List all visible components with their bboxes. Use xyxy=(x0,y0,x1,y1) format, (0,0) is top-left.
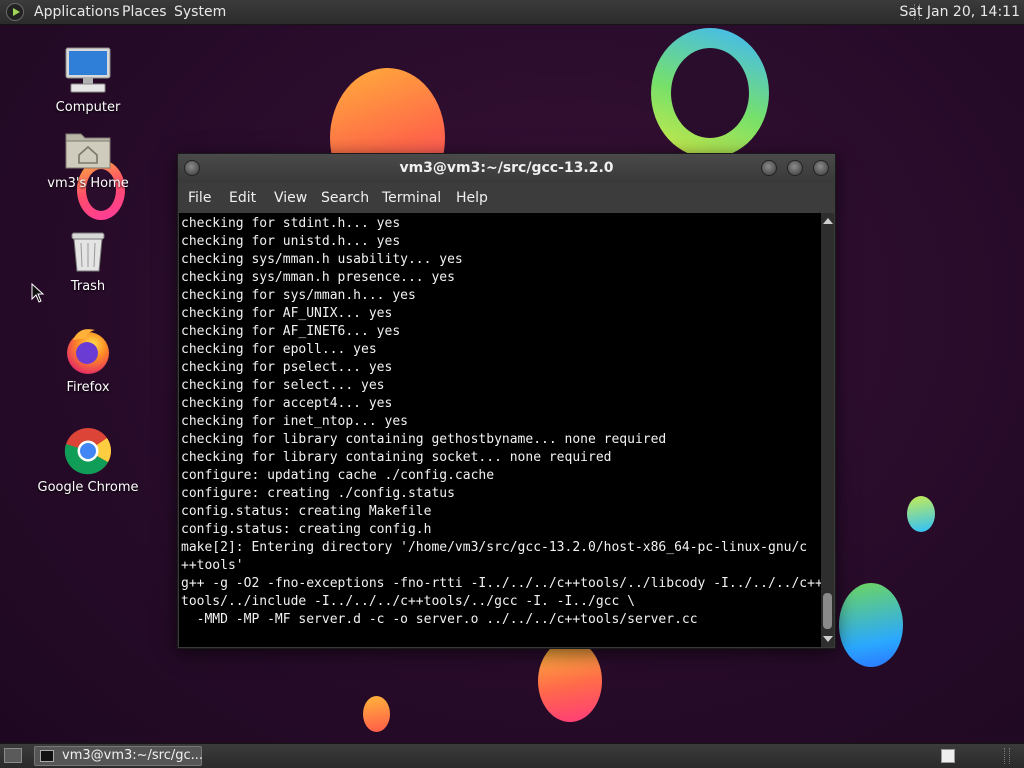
menu-file[interactable]: File xyxy=(188,190,211,206)
terminal-line: checking sys/mman.h presence... yes xyxy=(181,270,455,285)
terminal-line: ++tools' xyxy=(181,558,244,573)
wallpaper-blob xyxy=(538,640,602,722)
terminal-scrollbar[interactable] xyxy=(821,213,834,647)
wallpaper-ring xyxy=(651,28,769,158)
terminal-line: checking for accept4... yes xyxy=(181,396,393,411)
window-title: vm3@vm3:~/src/gcc-13.2.0 xyxy=(399,160,614,176)
terminal-line: checking for sys/mman.h... yes xyxy=(181,288,416,303)
terminal-icon xyxy=(40,750,54,762)
distro-logo-icon[interactable] xyxy=(6,3,24,21)
firefox-icon xyxy=(67,329,109,374)
desktop-icon-chrome[interactable]: Google Chrome xyxy=(28,426,148,495)
workspace-switcher[interactable] xyxy=(941,749,955,763)
desktop-icon-label: Trash xyxy=(70,279,106,294)
panel-separator xyxy=(1004,748,1010,764)
terminal-output-area[interactable]: checking for stdint.h... yes checking for… xyxy=(179,213,821,647)
menu-system[interactable]: System xyxy=(174,4,226,20)
menu-view[interactable]: View xyxy=(274,190,307,206)
terminal-line: g++ -g -O2 -fno-exceptions -fno-rtti -I.… xyxy=(181,576,821,591)
terminal-line: checking for unistd.h... yes xyxy=(181,234,401,249)
terminal-line: tools/../include -I../../../c++tools/../… xyxy=(181,594,635,609)
desktop-icon-firefox[interactable]: Firefox xyxy=(28,326,148,395)
menu-places[interactable]: Places xyxy=(122,4,167,20)
show-desktop-icon[interactable] xyxy=(4,748,22,763)
computer-icon xyxy=(65,47,111,93)
window-menu-button[interactable] xyxy=(184,160,200,176)
scrollbar-thumb[interactable] xyxy=(823,593,832,629)
desktop-icon-home[interactable]: vm3's Home xyxy=(28,128,148,191)
menu-search[interactable]: Search xyxy=(321,190,369,206)
desktop-icon-trash[interactable]: Trash xyxy=(28,229,148,294)
terminal-line: checking for AF_UNIX... yes xyxy=(181,306,393,321)
taskbar-item-terminal[interactable]: vm3@vm3:~/src/gc... xyxy=(34,746,204,766)
terminal-window[interactable]: vm3@vm3:~/src/gcc-13.2.0 File Edit View … xyxy=(177,153,836,649)
taskbar-item-label: vm3@vm3:~/src/gc... xyxy=(62,748,204,763)
desktop-icon-label: Google Chrome xyxy=(37,480,139,495)
wallpaper-blob xyxy=(363,696,390,732)
desktop-icon-computer[interactable]: Computer xyxy=(28,46,148,115)
terminal-menubar: File Edit View Search Terminal Help xyxy=(178,183,835,213)
menu-edit[interactable]: Edit xyxy=(229,190,256,206)
window-titlebar[interactable]: vm3@vm3:~/src/gcc-13.2.0 xyxy=(178,154,835,183)
menu-help[interactable]: Help xyxy=(456,190,488,206)
bottom-panel: vm3@vm3:~/src/gc... xyxy=(0,743,1024,768)
terminal-line: checking for stdint.h... yes xyxy=(181,216,401,231)
maximize-button[interactable] xyxy=(787,160,803,176)
desktop-icon-label: Computer xyxy=(55,100,121,115)
chrome-icon xyxy=(64,428,112,475)
top-panel: Applications Places System Sat Jan 20, 1… xyxy=(0,0,1024,25)
scroll-up-icon[interactable] xyxy=(823,218,833,224)
terminal-line: checking for select... yes xyxy=(181,378,385,393)
wallpaper-blob xyxy=(907,496,935,532)
terminal-line: -MMD -MP -MF server.d -c -o server.o ../… xyxy=(181,612,698,627)
terminal-line: checking for library containing gethostb… xyxy=(181,432,667,447)
terminal-output: checking for stdint.h... yes checking for… xyxy=(179,213,821,629)
desktop-icon-label: Firefox xyxy=(66,380,110,395)
terminal-line: checking for library containing socket..… xyxy=(181,450,612,465)
terminal-line: config.status: creating Makefile xyxy=(181,504,432,519)
terminal-line: checking for pselect... yes xyxy=(181,360,393,375)
scroll-down-icon[interactable] xyxy=(823,636,833,642)
trash-icon xyxy=(71,232,105,272)
menu-applications[interactable]: Applications xyxy=(34,4,120,20)
terminal-line: config.status: creating config.h xyxy=(181,522,432,537)
terminal-line: make[2]: Entering directory '/home/vm3/s… xyxy=(181,540,808,555)
terminal-line: checking for inet_ntop... yes xyxy=(181,414,408,429)
terminal-line: checking for AF_INET6... yes xyxy=(181,324,401,339)
desktop-icon-label: vm3's Home xyxy=(47,176,129,191)
home-folder-icon xyxy=(65,133,111,169)
terminal-line: configure: updating cache ./config.cache xyxy=(181,468,495,483)
terminal-line: checking for epoll... yes xyxy=(181,342,377,357)
terminal-line: checking sys/mman.h usability... yes xyxy=(181,252,463,267)
mouse-pointer-icon xyxy=(31,283,45,303)
terminal-line: configure: creating ./config.status xyxy=(181,486,455,501)
minimize-button[interactable] xyxy=(761,160,777,176)
wallpaper-blob xyxy=(839,583,903,667)
clock[interactable]: Sat Jan 20, 14:11 xyxy=(900,4,1021,20)
close-button[interactable] xyxy=(813,160,829,176)
menu-terminal[interactable]: Terminal xyxy=(382,190,441,206)
